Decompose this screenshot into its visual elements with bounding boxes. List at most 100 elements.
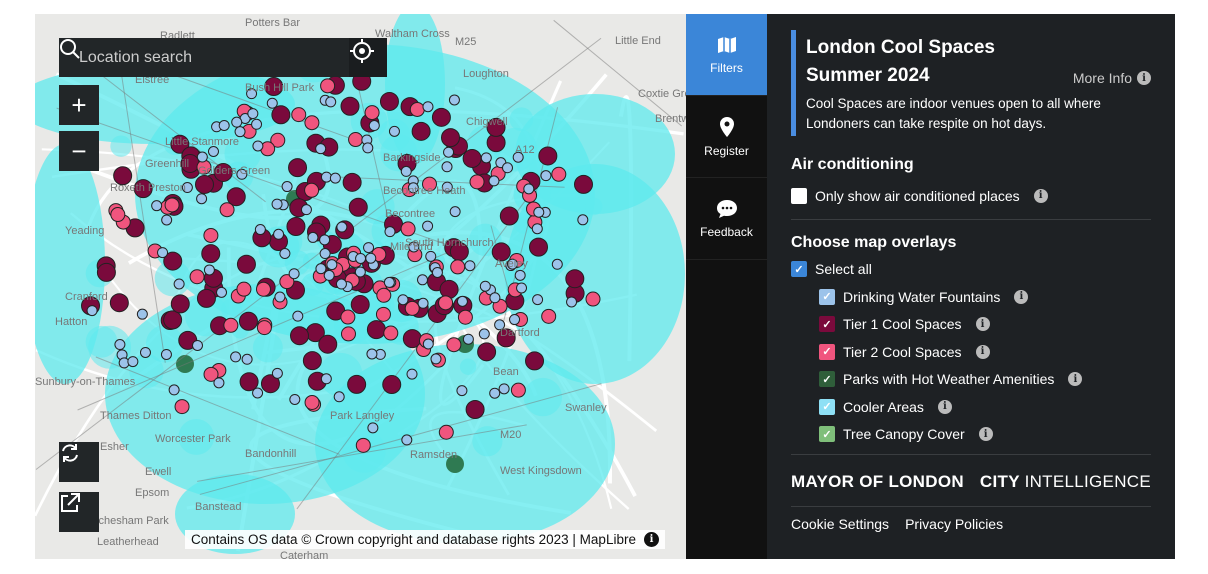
water-fountain-marker	[173, 278, 185, 290]
info-icon[interactable]: i	[975, 344, 990, 359]
overlay-label: Cooler Areas	[843, 398, 924, 415]
place-label: Loughton	[463, 68, 509, 80]
tier1-cool-space-marker	[290, 326, 310, 346]
tier2-cool-space-marker	[469, 174, 485, 190]
nav-filters[interactable]: Filters	[686, 14, 767, 96]
tier1-cool-space-marker	[347, 374, 367, 394]
external-link-icon	[61, 493, 80, 512]
water-fountain-marker	[489, 387, 501, 399]
info-icon: i	[1137, 71, 1151, 85]
water-fountain-marker	[281, 181, 293, 193]
tier1-cool-space-marker	[525, 351, 545, 371]
location-search-input[interactable]: Location search	[59, 38, 349, 77]
water-fountain-marker	[230, 351, 242, 363]
cooler-area	[584, 197, 603, 216]
water-fountain-marker	[251, 118, 263, 130]
select-all-checkbox[interactable]: ✓	[791, 261, 807, 278]
info-icon[interactable]: i	[978, 427, 993, 442]
tier2-cool-space-marker	[348, 132, 364, 148]
water-fountain-marker	[252, 387, 264, 399]
water-fountain-marker	[157, 247, 169, 259]
tier1-cool-space-marker	[366, 320, 386, 340]
place-label: Park Langley	[330, 410, 395, 422]
water-fountain-marker	[207, 146, 219, 158]
tier1-cool-space-marker	[288, 158, 308, 178]
info-icon[interactable]: i	[937, 399, 952, 414]
map-canvas[interactable]	[35, 14, 686, 559]
water-fountain-marker	[288, 268, 300, 280]
overlay-item[interactable]: ✓ Tier 2 Cool Spaces i	[791, 338, 1151, 366]
cookie-settings-link[interactable]: Cookie Settings	[791, 516, 889, 532]
ac-checkbox[interactable]	[791, 187, 807, 204]
water-fountain-marker	[422, 220, 434, 232]
place-label: Mile End	[390, 241, 433, 253]
overlay-checkbox[interactable]: ✓	[819, 398, 835, 415]
place-label: Sunbury-on-Thames	[35, 376, 136, 388]
overlay-checkbox[interactable]: ✓	[819, 288, 835, 305]
info-icon[interactable]: i	[1068, 372, 1083, 387]
water-fountain-marker	[384, 226, 396, 238]
map-icon	[717, 36, 736, 53]
water-fountain-marker	[489, 292, 501, 304]
more-info-link[interactable]: More Info i	[1073, 70, 1151, 86]
place-label: Becontree Heath	[383, 185, 466, 197]
water-fountain-marker	[566, 296, 578, 308]
tier1-cool-space-marker	[440, 128, 460, 148]
open-external-button[interactable]	[59, 492, 99, 532]
overlay-checkbox[interactable]: ✓	[819, 316, 835, 333]
privacy-policies-link[interactable]: Privacy Policies	[905, 516, 1003, 532]
geolocate-button[interactable]	[349, 38, 387, 77]
water-fountain-marker	[443, 146, 455, 158]
overlay-item[interactable]: ✓ Drinking Water Fountains i	[791, 283, 1151, 311]
tier2-cool-space-marker	[203, 227, 219, 243]
mayor-of-london-logo: MAYOR OF LONDON	[791, 472, 964, 491]
water-fountain-marker	[329, 172, 341, 184]
overlay-item[interactable]: ✓ Cooler Areas i	[791, 393, 1151, 421]
water-fountain-marker	[266, 97, 278, 109]
water-fountain-marker	[523, 183, 535, 195]
tier1-cool-space-marker	[163, 310, 183, 330]
water-fountain-marker	[326, 259, 338, 271]
place-label: Becontree	[385, 208, 436, 220]
nav-label: Feedback	[700, 224, 753, 239]
overlay-item[interactable]: ✓ Tier 1 Cool Spaces i	[791, 311, 1151, 339]
place-label: Hatton	[55, 316, 88, 328]
zoom-in-button[interactable]: +	[59, 85, 99, 125]
water-fountain-marker	[241, 353, 253, 365]
tier1-cool-space-marker	[350, 295, 370, 315]
tier1-cool-space-marker	[477, 342, 497, 362]
info-icon[interactable]: i	[1033, 188, 1048, 203]
cooler-area	[85, 325, 118, 358]
info-icon[interactable]: i	[1014, 289, 1029, 304]
overlay-item[interactable]: ✓ Tree Canopy Cover i	[791, 421, 1151, 449]
cooler-area	[110, 135, 132, 157]
ac-heading: Air conditioning	[791, 156, 914, 173]
water-fountain-marker	[203, 264, 215, 276]
info-icon[interactable]: i	[643, 532, 659, 547]
overlay-checkbox[interactable]: ✓	[819, 426, 835, 443]
tier2-cool-space-marker	[219, 202, 235, 218]
refresh-button[interactable]	[59, 442, 99, 482]
zoom-out-button[interactable]: −	[59, 131, 99, 171]
water-fountain-marker	[127, 356, 139, 368]
water-fountain-marker	[151, 200, 163, 212]
place-label: M25	[455, 36, 477, 48]
nav-register[interactable]: Register	[686, 96, 767, 178]
place-label: Thames Ditton	[100, 410, 172, 422]
water-fountain-marker	[271, 198, 283, 210]
tier1-cool-space-marker	[439, 279, 459, 299]
info-icon[interactable]: i	[975, 317, 990, 332]
overlay-item[interactable]: ✓ Parks with Hot Weather Amenities i	[791, 366, 1151, 394]
place-label: Caterham	[280, 550, 329, 559]
water-fountain-marker	[323, 269, 335, 281]
place-label: Bandonhill	[245, 448, 297, 460]
tier2-cool-space-marker	[174, 399, 190, 415]
nav-feedback[interactable]: Feedback	[686, 178, 767, 260]
ac-filter[interactable]: Only show air conditioned places i	[791, 182, 1151, 210]
select-all[interactable]: ✓ Select all	[791, 256, 1151, 284]
overlay-checkbox[interactable]: ✓	[819, 371, 835, 388]
overlay-checkbox[interactable]: ✓	[819, 343, 835, 360]
tier1-cool-space-marker	[201, 244, 221, 264]
map[interactable]: Potters Bar Radlett Waltham Cross Little En…	[35, 14, 686, 559]
tier2-cool-space-marker	[375, 306, 391, 322]
